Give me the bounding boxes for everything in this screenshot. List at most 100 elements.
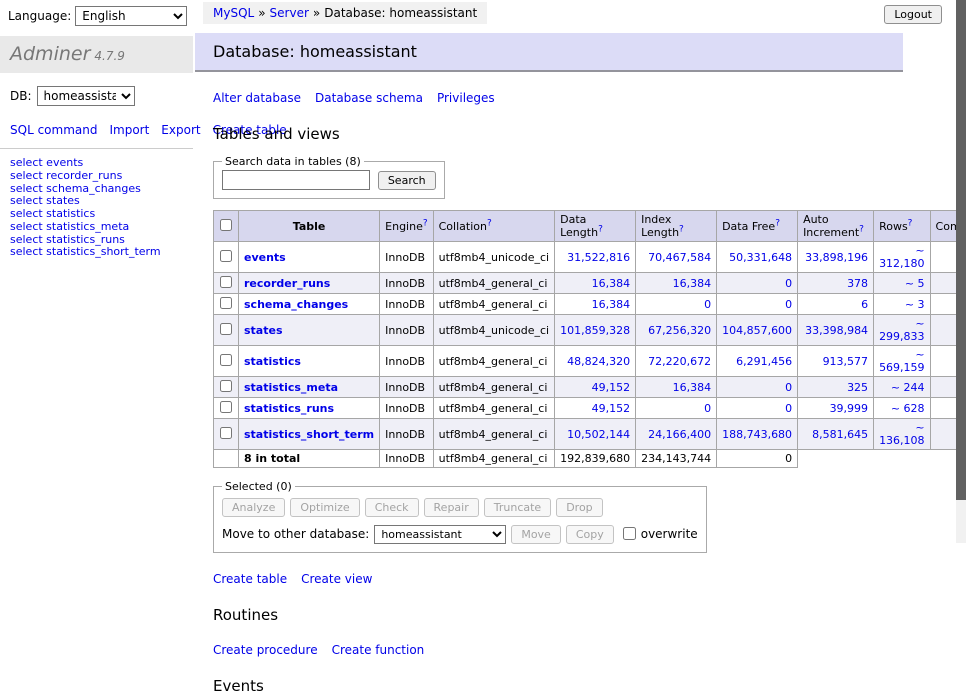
auto-increment-link[interactable]: 6 [861,298,868,311]
table-name-link[interactable]: statistics_meta [244,381,338,394]
data-free-link[interactable]: 104,857,600 [722,324,792,337]
auto-increment-link[interactable]: 33,398,984 [805,324,868,337]
table-name-link[interactable]: statistics_runs [244,402,334,415]
index-length-link[interactable]: 67,256,320 [648,324,711,337]
row-checkbox[interactable] [220,380,232,392]
move-database-select[interactable]: homeassistant [374,525,506,544]
data-free-link[interactable]: 50,331,648 [729,251,792,264]
sidebar-select-table-link[interactable]: select statistics_runs [10,233,125,246]
table-name-link[interactable]: statistics [244,355,301,368]
auto-increment-link[interactable]: 33,898,196 [805,251,868,264]
overwrite-label[interactable]: overwrite [641,527,698,541]
scrollbar[interactable] [956,0,966,543]
rows-count-link[interactable]: ~ 569,159 [879,348,925,374]
create-link[interactable]: Create table [213,572,287,586]
rows-count-link[interactable]: ~ 628 [891,402,925,415]
row-checkbox[interactable] [220,427,232,439]
table-name-link[interactable]: schema_changes [244,298,348,311]
row-checkbox[interactable] [220,250,232,262]
sidebar-select-table-link[interactable]: select schema_changes [10,182,141,195]
overwrite-checkbox[interactable] [623,527,636,540]
sidebar-select-table-link[interactable]: select statistics_short_term [10,245,161,258]
column-help-link[interactable]: ? [487,218,492,228]
index-length-link[interactable]: 16,384 [673,381,712,394]
routine-create-link[interactable]: Create function [332,643,425,657]
list-item: select statistics_short_term [10,246,183,259]
index-length-link[interactable]: 72,220,672 [648,355,711,368]
sidebar-select-table-link[interactable]: select events [10,156,83,169]
logout-button[interactable]: Logout [884,5,942,24]
create-links: Create table Create view [213,572,948,586]
table-name-link[interactable]: recorder_runs [244,277,330,290]
auto-increment-cell: 33,398,984 [798,315,874,346]
index-length-link[interactable]: 0 [704,402,711,415]
auto-increment-link[interactable]: 8,581,645 [812,428,868,441]
db-row: DB:homeassistant [10,86,185,106]
index-length-link[interactable]: 0 [704,298,711,311]
rows-count-link[interactable]: ~ 244 [891,381,925,394]
language-select[interactable]: English [75,6,187,26]
search-button[interactable]: Search [378,171,436,190]
rows-count-link[interactable]: ~ 5 [905,277,925,290]
search-input[interactable] [222,170,370,190]
data-length-link[interactable]: 49,152 [592,381,631,394]
rows-count-link[interactable]: ~ 136,108 [879,421,925,447]
auto-increment-link[interactable]: 378 [847,277,868,290]
data-free-link[interactable]: 0 [785,277,792,290]
data-free-link[interactable]: 6,291,456 [736,355,792,368]
breadcrumb-mysql-link[interactable]: MySQL [213,6,254,20]
data-free-link[interactable]: 188,743,680 [722,428,792,441]
create-link[interactable]: Create view [301,572,372,586]
column-help-link[interactable]: ? [679,224,684,234]
sidebar-link[interactable]: Import [109,123,149,137]
row-checkbox[interactable] [220,297,232,309]
database-action-link[interactable]: Privileges [437,91,495,105]
data-length-link[interactable]: 10,502,144 [567,428,630,441]
table-name-link[interactable]: events [244,251,286,264]
sidebar-select-table-link[interactable]: select recorder_runs [10,169,122,182]
column-help-link[interactable]: ? [598,224,603,234]
table-name-link[interactable]: states [244,324,283,337]
row-checkbox[interactable] [220,354,232,366]
database-action-link[interactable]: Alter database [213,91,301,105]
data-length-link[interactable]: 49,152 [592,402,631,415]
auto-increment-link[interactable]: 913,577 [823,355,869,368]
column-help-link[interactable]: ? [423,218,428,228]
index-length-cell: 0 [636,398,717,419]
scrollbar-thumb[interactable] [956,0,966,500]
sidebar-select-table-link[interactable]: select statistics [10,207,95,220]
db-select[interactable]: homeassistant [37,86,135,106]
data-free-link[interactable]: 0 [785,402,792,415]
auto-increment-link[interactable]: 325 [847,381,868,394]
routine-create-link[interactable]: Create procedure [213,643,318,657]
row-checkbox[interactable] [220,323,232,335]
breadcrumb-server-link[interactable]: Server [270,6,309,20]
sidebar-select-table-link[interactable]: select states [10,194,80,207]
rows-count-link[interactable]: ~ 3 [905,298,925,311]
index-length-link[interactable]: 16,384 [673,277,712,290]
rows-count-link[interactable]: ~ 312,180 [879,244,925,270]
row-checkbox[interactable] [220,276,232,288]
select-all-checkbox[interactable] [220,219,232,231]
data-length-link[interactable]: 31,522,816 [567,251,630,264]
table-name-link[interactable]: statistics_short_term [244,428,374,441]
data-free-link[interactable]: 0 [785,381,792,394]
sidebar-select-table-link[interactable]: select statistics_meta [10,220,129,233]
index-length-link[interactable]: 70,467,584 [648,251,711,264]
data-length-link[interactable]: 16,384 [592,277,631,290]
database-action-link[interactable]: Database schema [315,91,423,105]
column-help-link[interactable]: ? [859,224,864,234]
sidebar-link[interactable]: SQL command [10,123,97,137]
column-help-link[interactable]: ? [908,218,913,228]
column-help-link[interactable]: ? [775,218,780,228]
data-free-cell: 6,291,456 [717,346,798,377]
data-length-link[interactable]: 48,824,320 [567,355,630,368]
row-checkbox[interactable] [220,401,232,413]
data-length-link[interactable]: 101,859,328 [560,324,630,337]
data-free-link[interactable]: 0 [785,298,792,311]
index-length-link[interactable]: 24,166,400 [648,428,711,441]
rows-count-link[interactable]: ~ 299,833 [879,317,925,343]
auto-increment-link[interactable]: 39,999 [830,402,869,415]
data-length-link[interactable]: 16,384 [592,298,631,311]
column-header-table: Table [239,211,380,242]
